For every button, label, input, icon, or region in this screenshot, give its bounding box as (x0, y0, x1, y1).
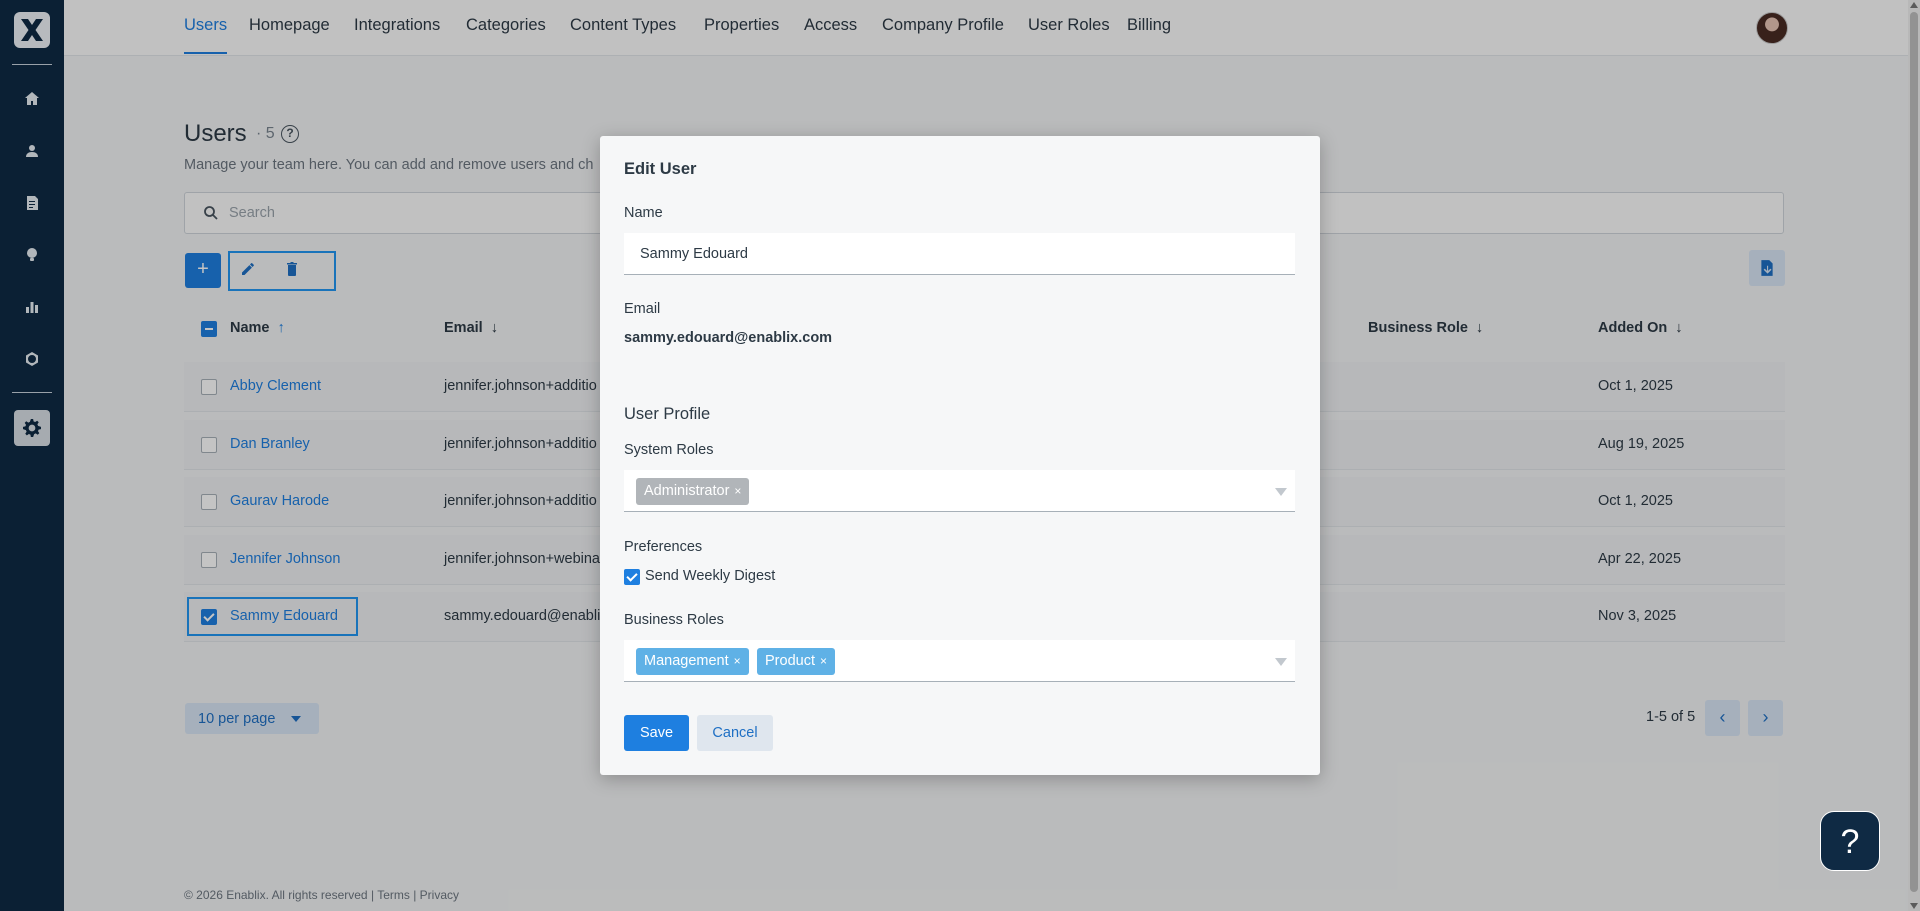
system-roles-label: System Roles (624, 442, 714, 458)
business-roles-select[interactable]: Management × Product × (624, 640, 1295, 682)
business-role-chip: Management × (636, 648, 749, 675)
caret-down-icon[interactable] (1275, 658, 1287, 666)
dialog-title: Edit User (624, 160, 697, 178)
system-roles-select[interactable]: Administrator × (624, 470, 1295, 512)
weekly-digest-checkbox[interactable] (624, 569, 640, 585)
chip-remove-icon[interactable]: × (820, 654, 827, 668)
weekly-digest-label[interactable]: Send Weekly Digest (645, 568, 775, 584)
email-value: sammy.edouard@enablix.com (624, 330, 833, 346)
business-role-chip: Product × (757, 648, 835, 675)
user-profile-heading: User Profile (624, 405, 711, 423)
name-field-wrapper (624, 233, 1295, 275)
chip-remove-icon[interactable]: × (734, 654, 741, 668)
preferences-label: Preferences (624, 539, 703, 555)
save-button[interactable]: Save (624, 715, 689, 751)
chip-remove-icon[interactable]: × (734, 484, 741, 498)
name-label: Name (624, 205, 663, 221)
help-button[interactable]: ? (1820, 811, 1880, 871)
email-label: Email (624, 301, 661, 317)
edit-user-dialog: Edit User Name Email sammy.edouard@enabl… (600, 136, 1320, 775)
business-roles-label: Business Roles (624, 612, 724, 628)
caret-down-icon[interactable] (1275, 488, 1287, 496)
system-role-chip: Administrator × (636, 478, 750, 505)
cancel-button[interactable]: Cancel (697, 715, 773, 751)
name-field[interactable] (624, 233, 1295, 274)
